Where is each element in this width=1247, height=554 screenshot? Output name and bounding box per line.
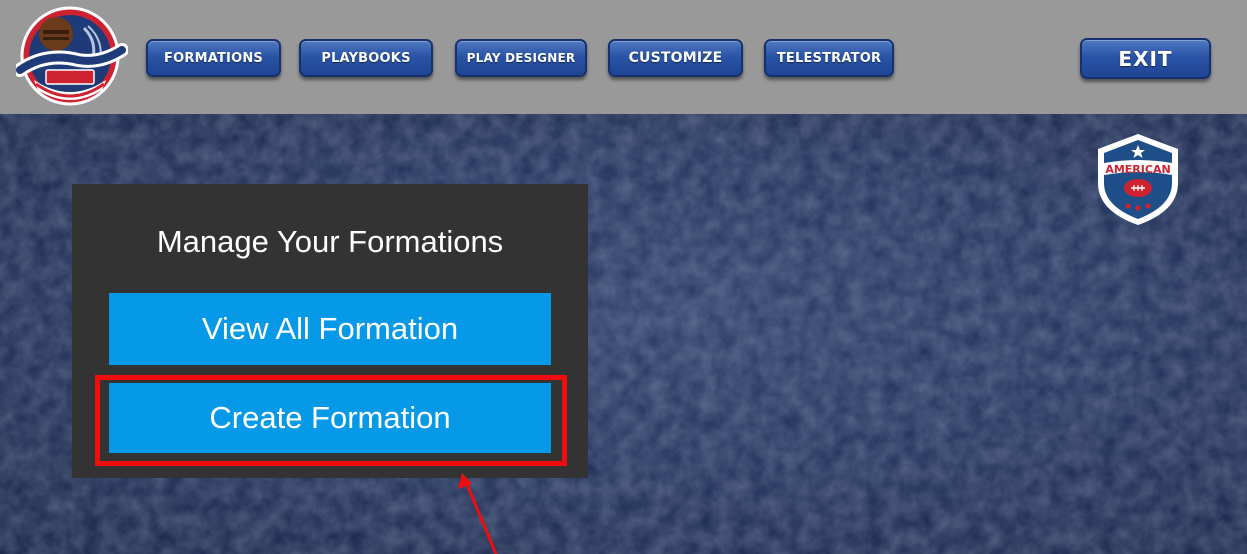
playbooks-button[interactable]: PLAYBOOKS: [299, 39, 433, 77]
panel-title: Manage Your Formations: [156, 224, 504, 259]
american-badge-icon: AMERICAN: [1094, 131, 1182, 227]
formations-button[interactable]: FORMATIONS: [146, 39, 281, 77]
football-history-logo: [16, 4, 128, 110]
view-all-formation-button[interactable]: View All Formation: [109, 293, 551, 365]
customize-button[interactable]: CUSTOMIZE: [608, 39, 743, 77]
svg-text:AMERICAN: AMERICAN: [1105, 163, 1170, 176]
telestrator-button[interactable]: TELESTRATOR: [764, 39, 894, 77]
exit-button[interactable]: EXIT: [1080, 38, 1211, 79]
top-nav-bar: FORMATIONS PLAYBOOKS PLAY DESIGNER CUSTO…: [0, 0, 1247, 114]
play-designer-button[interactable]: PLAY DESIGNER: [455, 39, 587, 77]
highlight-box: [95, 375, 567, 466]
